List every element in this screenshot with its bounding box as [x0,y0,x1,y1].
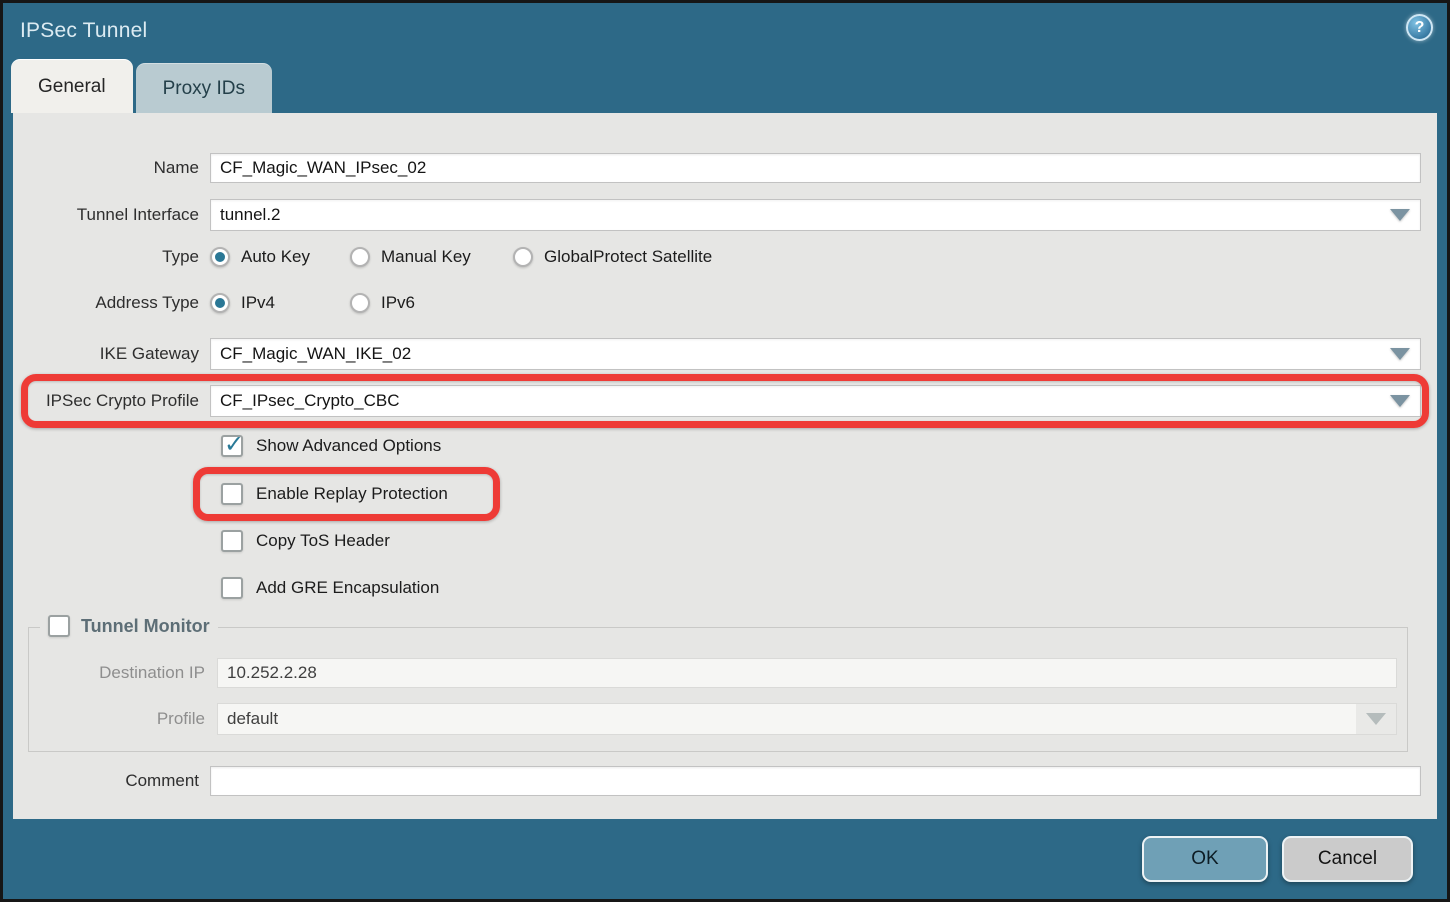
show-advanced-options-row: Show Advanced Options [221,433,1421,459]
comment-row: Comment [13,766,1421,796]
address-type-row: Address Type IPv4 IPv6 [13,293,1421,313]
profile-row: Profile default [39,703,1397,735]
radio-ipv4[interactable]: IPv4 [210,293,350,313]
destination-ip-input [217,658,1397,688]
ike-gateway-select[interactable]: CF_Magic_WAN_IKE_02 [210,338,1421,370]
radio-unselected-icon[interactable] [350,293,370,313]
radio-auto-key-label: Auto Key [241,247,310,267]
radio-manual-key[interactable]: Manual Key [350,247,513,267]
comment-input[interactable] [210,766,1421,796]
ike-gateway-label: IKE Gateway [13,344,210,364]
dialog-title: IPSec Tunnel [20,19,147,43]
profile-label: Profile [39,709,217,729]
ike-gateway-value: CF_Magic_WAN_IKE_02 [211,339,1380,369]
radio-manual-key-label: Manual Key [381,247,471,267]
copy-tos-header-label: Copy ToS Header [256,531,390,551]
radio-unselected-icon[interactable] [513,247,533,267]
help-icon[interactable]: ? [1406,14,1433,41]
address-type-label: Address Type [13,293,210,313]
destination-ip-label: Destination IP [39,663,217,683]
radio-unselected-icon[interactable] [350,247,370,267]
ipsec-crypto-profile-label: IPSec Crypto Profile [13,391,210,411]
tunnel-interface-row: Tunnel Interface tunnel.2 [13,199,1421,231]
checkbox-unchecked-icon[interactable] [221,530,243,552]
add-gre-encapsulation-label: Add GRE Encapsulation [256,578,439,598]
tunnel-interface-label: Tunnel Interface [13,205,210,225]
dialog-titlebar: IPSec Tunnel ? [3,3,1447,59]
chevron-down-icon[interactable] [1380,339,1420,369]
ipsec-crypto-profile-value: CF_IPsec_Crypto_CBC [211,386,1380,416]
type-radio-group: Auto Key Manual Key GlobalProtect Satell… [210,247,1421,267]
checkbox-unchecked-icon[interactable] [221,577,243,599]
show-advanced-options-label: Show Advanced Options [256,436,441,456]
enable-replay-protection-row: Enable Replay Protection [221,481,1421,507]
tunnel-interface-value: tunnel.2 [211,200,1380,230]
ipsec-crypto-profile-select[interactable]: CF_IPsec_Crypto_CBC [210,385,1421,417]
ipsec-crypto-profile-row: IPSec Crypto Profile CF_IPsec_Crypto_CBC [13,385,1421,417]
ike-gateway-row: IKE Gateway CF_Magic_WAN_IKE_02 [13,338,1421,370]
copy-tos-header-row: Copy ToS Header [221,528,1421,554]
chevron-down-icon[interactable] [1380,200,1420,230]
tab-proxy-ids[interactable]: Proxy IDs [136,63,272,113]
comment-label: Comment [13,771,210,791]
address-type-radio-group: IPv4 IPv6 [210,293,1421,313]
radio-selected-icon[interactable] [210,293,230,313]
radio-globalprotect-label: GlobalProtect Satellite [544,247,712,267]
radio-selected-icon[interactable] [210,247,230,267]
ipsec-tunnel-dialog: IPSec Tunnel ? General Proxy IDs Name Tu… [0,0,1450,902]
general-tab-panel: Name Tunnel Interface tunnel.2 Type Auto… [13,113,1437,819]
cancel-button[interactable]: Cancel [1282,836,1413,882]
profile-select: default [217,703,1397,735]
chevron-down-icon [1356,704,1396,734]
tunnel-monitor-label: Tunnel Monitor [81,616,210,637]
destination-ip-row: Destination IP [39,658,1397,688]
checkbox-checked-icon[interactable] [221,435,243,457]
add-gre-encapsulation-row: Add GRE Encapsulation [221,575,1421,601]
tunnel-monitor-group: Tunnel Monitor Destination IP Profile de… [28,627,1408,752]
name-row: Name [13,153,1421,183]
radio-auto-key[interactable]: Auto Key [210,247,350,267]
tunnel-interface-select[interactable]: tunnel.2 [210,199,1421,231]
checkbox-unchecked-icon[interactable] [221,483,243,505]
radio-ipv6[interactable]: IPv6 [350,293,415,313]
tab-general[interactable]: General [11,59,133,113]
name-input[interactable] [210,153,1421,183]
ok-button[interactable]: OK [1142,836,1268,882]
enable-replay-protection-label: Enable Replay Protection [256,484,448,504]
type-label: Type [13,247,210,267]
checkbox-unchecked-icon[interactable] [48,615,70,637]
radio-ipv4-label: IPv4 [241,293,275,313]
name-label: Name [13,158,210,178]
tab-bar: General Proxy IDs [3,59,1447,113]
radio-globalprotect-satellite[interactable]: GlobalProtect Satellite [513,247,712,267]
profile-value: default [218,704,1356,734]
tunnel-monitor-legend: Tunnel Monitor [40,615,218,637]
type-row: Type Auto Key Manual Key GlobalProtect S… [13,247,1421,267]
dialog-footer: OK Cancel [3,819,1447,899]
radio-ipv6-label: IPv6 [381,293,415,313]
chevron-down-icon[interactable] [1380,386,1420,416]
